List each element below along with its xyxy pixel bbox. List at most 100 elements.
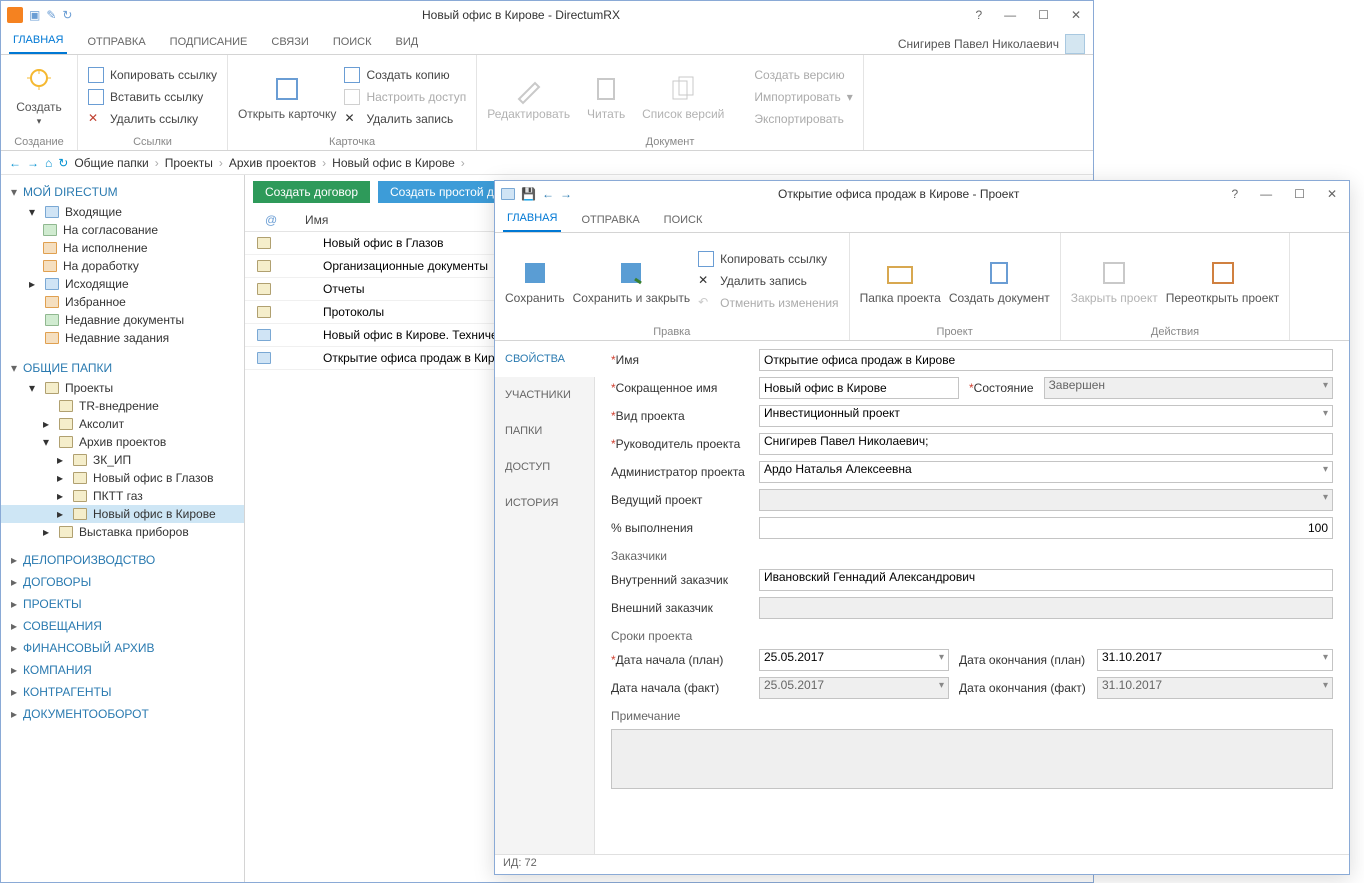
nav-on-rework[interactable]: На доработку [1, 257, 244, 275]
col-name[interactable]: Имя [305, 213, 328, 227]
qat-save-icon[interactable]: ▣ [29, 8, 40, 22]
nav-kirov[interactable]: ▸Новый офис в Кирове [1, 505, 244, 523]
qat-new-icon[interactable]: ✎ [46, 8, 56, 22]
nav-fwd-icon[interactable]: → [27, 156, 39, 170]
insert-link-button[interactable]: Вставить ссылку [88, 87, 217, 107]
dialog-maximize-button[interactable]: ☐ [1288, 185, 1311, 203]
delete-link-button[interactable]: ✕Удалить ссылку [88, 109, 217, 129]
close-button[interactable]: ✕ [1065, 6, 1087, 24]
stab-folders[interactable]: ПАПКИ [495, 413, 594, 449]
create-contract-button[interactable]: Создать договор [253, 181, 370, 203]
crumb-3[interactable]: Новый офис в Кирове [332, 156, 455, 170]
minimize-button[interactable]: — [998, 6, 1022, 24]
lead-field[interactable] [759, 489, 1333, 511]
name-field[interactable] [759, 349, 1333, 371]
percent-field[interactable] [759, 517, 1333, 539]
nav-meet[interactable]: ▸СОВЕЩАНИЯ [1, 615, 244, 637]
nav-home-icon[interactable]: ⌂ [45, 156, 52, 170]
nav-mydir[interactable]: ▾МОЙ DIRECTUM [1, 181, 244, 203]
nav-contracts[interactable]: ▸ДОГОВОРЫ [1, 571, 244, 593]
nav-incoming[interactable]: ▾Входящие [1, 203, 244, 221]
qat-save-icon[interactable]: 💾 [521, 187, 536, 201]
nav-zk[interactable]: ▸ЗК_ИП [1, 451, 244, 469]
short-name-field[interactable] [759, 377, 959, 399]
admin-field[interactable]: Ардо Наталья Алексеевна [759, 461, 1333, 483]
nav-refresh-icon[interactable]: ↻ [58, 156, 68, 170]
int-cust-field[interactable]: Ивановский Геннадий Александрович [759, 569, 1333, 591]
dialog-minimize-button[interactable]: — [1254, 185, 1278, 203]
delete-record-button[interactable]: ✕Удалить запись [698, 271, 838, 291]
qat-back-icon[interactable]: ← [542, 187, 554, 201]
nav-docflow[interactable]: ▸ДОКУМЕНТООБОРОТ [1, 703, 244, 725]
create-doc-button[interactable]: Создать документ [949, 257, 1050, 305]
project-folder-button[interactable]: Папка проекта [860, 257, 941, 305]
tab-view[interactable]: ВИД [392, 30, 423, 54]
qat-refresh-icon[interactable]: ↻ [62, 8, 72, 22]
dialog-help-icon[interactable]: ? [1225, 185, 1244, 203]
user-block[interactable]: Снигирев Павел Николаевич [898, 34, 1085, 54]
dtab-main[interactable]: ГЛАВНАЯ [503, 206, 561, 232]
status-field[interactable]: Завершен [1044, 377, 1333, 399]
nav-on-exec[interactable]: На исполнение [1, 239, 244, 257]
folder-icon [257, 237, 271, 249]
tab-send[interactable]: ОТПРАВКА [83, 30, 149, 54]
nav-back-icon[interactable]: ← [9, 156, 21, 170]
tab-search[interactable]: ПОИСК [329, 30, 376, 54]
folder-icon [73, 490, 87, 502]
copy-link-button[interactable]: Копировать ссылку [698, 249, 838, 269]
note-field[interactable] [611, 729, 1333, 789]
save-button[interactable]: Сохранить [505, 257, 565, 305]
nav-contr[interactable]: ▸КОНТРАГЕНТЫ [1, 681, 244, 703]
dialog-ribbon: Сохранить Сохранить и закрыть Копировать… [495, 233, 1349, 341]
stab-history[interactable]: ИСТОРИЯ [495, 485, 594, 521]
save-close-button[interactable]: Сохранить и закрыть [573, 257, 690, 305]
manager-field[interactable]: Снигирев Павел Николаевич; [759, 433, 1333, 455]
nav-recent-tasks[interactable]: Недавние задания [1, 329, 244, 347]
ext-cust-field[interactable] [759, 597, 1333, 619]
copy-link-button[interactable]: Копировать ссылку [88, 65, 217, 85]
nav-expo[interactable]: ▸Выставка приборов [1, 523, 244, 541]
stab-props[interactable]: СВОЙСТВА [495, 341, 595, 377]
create-copy-button[interactable]: Создать копию [344, 65, 466, 85]
nav-company[interactable]: ▸КОМПАНИЯ [1, 659, 244, 681]
nav-proj2[interactable]: ▸ПРОЕКТЫ [1, 593, 244, 615]
nav-fav[interactable]: Избранное [1, 293, 244, 311]
tab-links[interactable]: СВЯЗИ [267, 30, 312, 54]
maximize-button[interactable]: ☐ [1032, 6, 1055, 24]
nav-outgoing[interactable]: ▸Исходящие [1, 275, 244, 293]
help-icon[interactable]: ? [969, 6, 988, 24]
open-card-button[interactable]: Открыть карточку [238, 73, 336, 121]
type-field[interactable]: Инвестиционный проект [759, 405, 1333, 427]
label-start-plan: *Дата начала (план) [611, 653, 749, 667]
end-fact-field[interactable]: 31.10.2017 [1097, 677, 1333, 699]
crumb-2[interactable]: Архив проектов [229, 156, 316, 170]
nav-dp[interactable]: ▸ДЕЛОПРОИЗВОДСТВО [1, 549, 244, 571]
nav-finarch[interactable]: ▸ФИНАНСОВЫЙ АРХИВ [1, 637, 244, 659]
nav-shared[interactable]: ▾ОБЩИЕ ПАПКИ [1, 357, 244, 379]
tab-main[interactable]: ГЛАВНАЯ [9, 28, 67, 54]
crumb-1[interactable]: Проекты [165, 156, 213, 170]
tab-sign[interactable]: ПОДПИСАНИЕ [166, 30, 252, 54]
label-percent: % выполнения [611, 521, 749, 535]
delete-record-button[interactable]: ✕Удалить запись [344, 109, 466, 129]
nav-recent-docs[interactable]: Недавние документы [1, 311, 244, 329]
dialog-close-button[interactable]: ✕ [1321, 185, 1343, 203]
nav-glazov[interactable]: ▸Новый офис в Глазов [1, 469, 244, 487]
create-button[interactable]: Создать▾ [11, 66, 67, 127]
end-plan-field[interactable]: 31.10.2017 [1097, 649, 1333, 671]
nav-aksolit[interactable]: ▸Аксолит [1, 415, 244, 433]
crumb-0[interactable]: Общие папки [74, 156, 148, 170]
qat-fwd-icon[interactable]: → [560, 187, 572, 201]
nav-pktt[interactable]: ▸ПКТТ газ [1, 487, 244, 505]
nav-archive[interactable]: ▾Архив проектов [1, 433, 244, 451]
start-plan-field[interactable]: 25.05.2017 [759, 649, 949, 671]
reopen-project-button[interactable]: Переоткрыть проект [1166, 257, 1280, 305]
dtab-search[interactable]: ПОИСК [660, 208, 707, 232]
nav-projects[interactable]: ▾Проекты [1, 379, 244, 397]
dtab-send[interactable]: ОТПРАВКА [577, 208, 643, 232]
stab-members[interactable]: УЧАСТНИКИ [495, 377, 594, 413]
nav-on-approve[interactable]: На согласование [1, 221, 244, 239]
nav-tr[interactable]: TR-внедрение [1, 397, 244, 415]
stab-access[interactable]: ДОСТУП [495, 449, 594, 485]
start-fact-field[interactable]: 25.05.2017 [759, 677, 949, 699]
